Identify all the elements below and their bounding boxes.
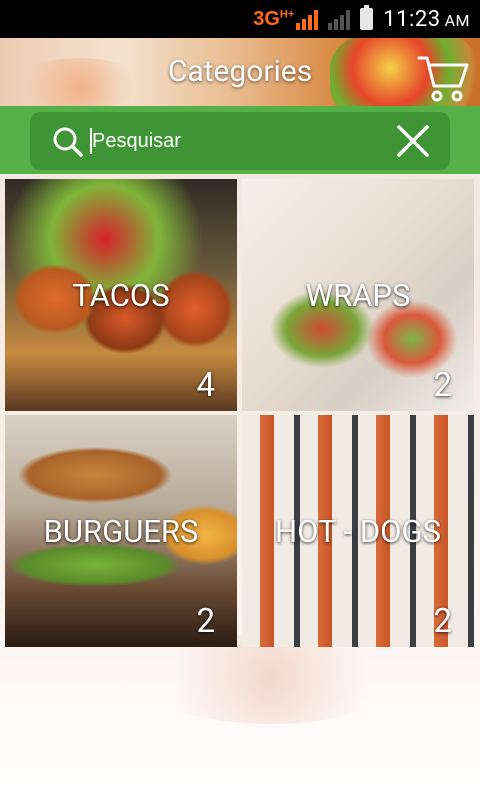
search-box[interactable] <box>30 112 450 170</box>
app-header: Categories <box>0 38 480 106</box>
battery-icon <box>360 5 374 30</box>
shopping-cart-icon[interactable] <box>416 52 470 104</box>
category-tile-tacos[interactable]: TACOS 4 <box>5 179 237 411</box>
category-tile-burgers[interactable]: BURGUERS 2 <box>5 415 237 647</box>
network-type: 3GH+ <box>253 7 295 30</box>
page-title: Categories <box>167 54 313 89</box>
category-name: HOT - DOGS <box>274 513 442 550</box>
category-count: 2 <box>433 602 452 641</box>
category-count: 4 <box>196 366 215 405</box>
category-tile-hot-dogs[interactable]: HOT - DOGS 2 <box>242 415 474 647</box>
category-count: 2 <box>196 602 215 641</box>
search-bar <box>0 106 480 174</box>
category-name: BURGUERS <box>43 513 199 550</box>
background-blur <box>140 634 400 724</box>
status-bar: 3GH+ 11:23 AM <box>0 0 480 38</box>
secondary-signal-icon <box>328 8 352 30</box>
category-name: TACOS <box>72 277 170 314</box>
status-clock: 11:23 AM <box>383 6 470 32</box>
search-input[interactable] <box>92 124 382 158</box>
signal-strength-icon <box>296 8 320 30</box>
close-icon[interactable] <box>396 124 430 158</box>
category-name: WRAPS <box>305 277 411 314</box>
category-count: 2 <box>433 366 452 405</box>
category-tile-wraps[interactable]: WRAPS 2 <box>242 179 474 411</box>
search-icon <box>53 127 83 157</box>
